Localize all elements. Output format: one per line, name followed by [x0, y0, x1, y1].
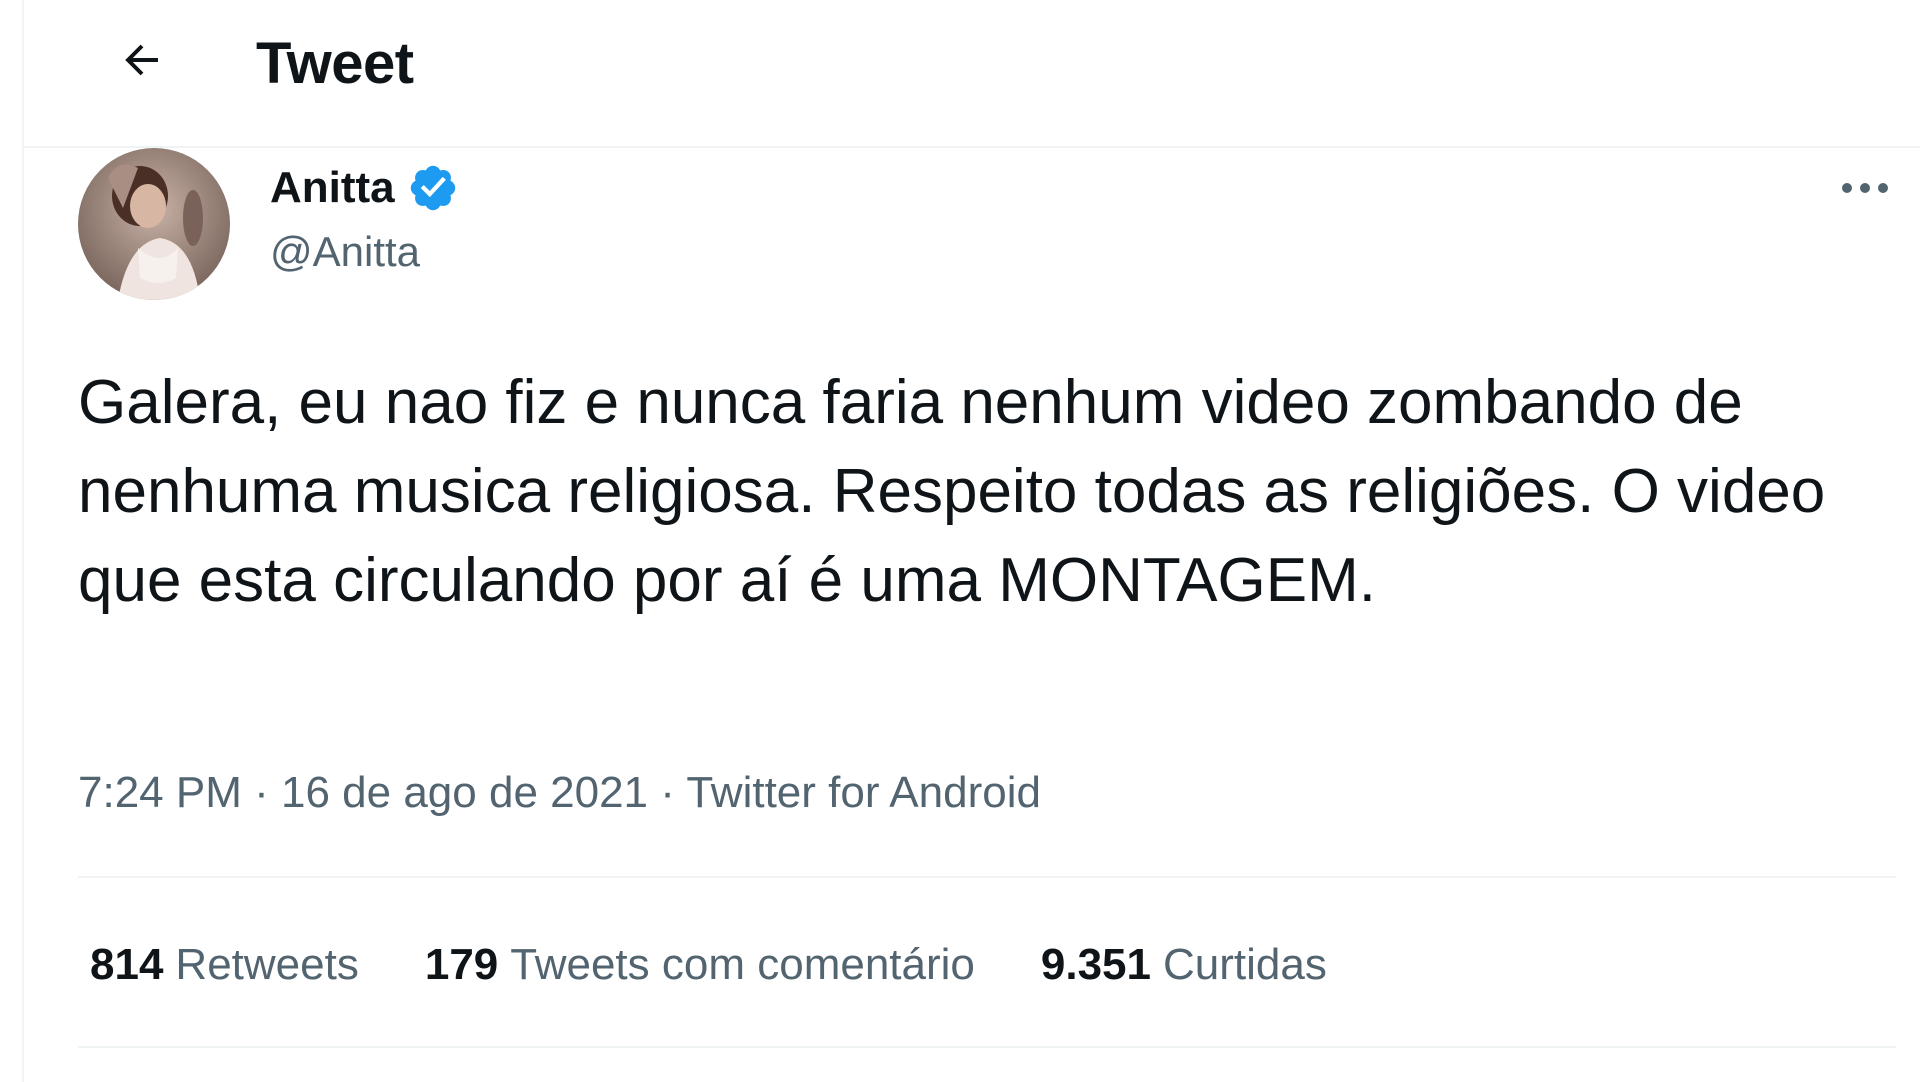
meta-separator: ·: [660, 768, 687, 817]
tweet-time[interactable]: 7:24 PM: [78, 768, 242, 817]
tweet-stats: 814 Retweets 179 Tweets com comentário 9.3…: [90, 940, 1393, 990]
retweets-count: 814: [90, 940, 164, 989]
arrow-left-icon: [125, 44, 158, 76]
divider: [78, 1046, 1896, 1048]
quote-tweets-count: 179: [424, 940, 499, 989]
tweet-page: Tweet Anitta @Anitta Galera, eu nao fiz …: [0, 0, 1920, 1082]
page-title: Tweet: [256, 31, 414, 96]
more-options-button[interactable]: [1830, 168, 1900, 208]
author-name[interactable]: Anitta: [270, 162, 459, 214]
left-border: [22, 0, 24, 1082]
avatar-image: [78, 148, 230, 300]
quote-tweets-stat[interactable]: 179 Tweets com comentário: [425, 940, 975, 990]
verified-badge-icon: [410, 165, 455, 211]
avatar[interactable]: [78, 148, 230, 300]
page-header: Tweet: [24, 0, 1920, 148]
tweet-text: Galera, eu nao fiz e nunca faria nenhum …: [78, 368, 1826, 615]
retweets-label: Retweets: [175, 940, 359, 989]
author-name-text: Anitta: [270, 163, 395, 212]
more-horizontal-icon: [1842, 183, 1888, 193]
author-handle[interactable]: @Anitta: [270, 228, 420, 276]
quote-tweets-label: Tweets com comentário: [510, 940, 975, 989]
likes-stat[interactable]: 9.351 Curtidas: [1041, 940, 1327, 990]
tweet-source[interactable]: Twitter for Android: [686, 768, 1041, 817]
likes-count: 9.351: [1040, 940, 1151, 989]
tweet-date[interactable]: 16 de ago de 2021: [281, 768, 648, 817]
divider: [78, 876, 1896, 878]
tweet-metadata: 7:24 PM · 16 de ago de 2021 · Twitter fo…: [78, 768, 1041, 818]
likes-label: Curtidas: [1163, 940, 1327, 989]
meta-separator: ·: [254, 768, 281, 817]
back-button[interactable]: [112, 30, 172, 90]
retweets-stat[interactable]: 814 Retweets: [90, 940, 359, 990]
